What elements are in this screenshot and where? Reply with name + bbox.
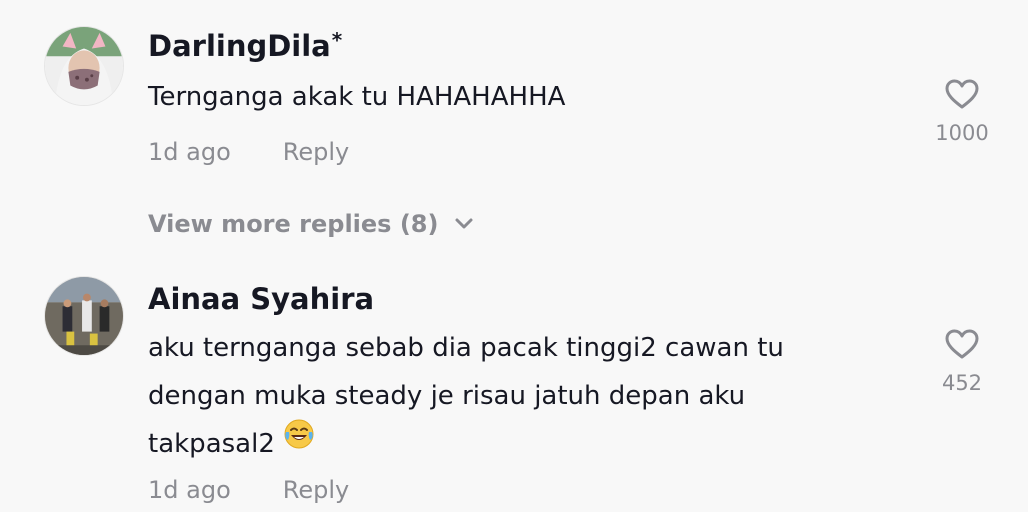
like-button[interactable]: 452 bbox=[922, 328, 1002, 396]
heart-icon bbox=[945, 79, 979, 109]
comment-text-line: takpasal2 bbox=[148, 418, 888, 469]
like-count: 1000 bbox=[935, 121, 989, 145]
view-more-replies-label: View more replies (8) bbox=[148, 210, 439, 238]
avatar-ainaa-syahira[interactable] bbox=[44, 276, 124, 356]
comment-text: Ternganga akak tu HAHAHAHHA bbox=[148, 73, 888, 121]
comment-username[interactable]: Ainaa Syahira bbox=[148, 281, 374, 317]
username-text: DarlingDila bbox=[148, 29, 331, 63]
username-suffix: * bbox=[331, 28, 343, 52]
comment-meta: 1d ago Reply bbox=[148, 475, 349, 505]
tears-of-joy-emoji-icon bbox=[283, 418, 315, 466]
comment-time: 1d ago bbox=[148, 138, 231, 166]
chevron-down-icon bbox=[454, 217, 474, 231]
heart-icon bbox=[945, 329, 979, 359]
avatar-photo-icon bbox=[45, 27, 123, 105]
comment-meta: 1d ago Reply bbox=[148, 137, 349, 167]
comment-text-line: Ternganga akak tu HAHAHAHHA bbox=[148, 82, 566, 112]
reply-button[interactable]: Reply bbox=[283, 138, 349, 166]
comment-text: aku ternganga sebab dia pacak tinggi2 ca… bbox=[148, 324, 888, 469]
comment-username[interactable]: DarlingDila* bbox=[148, 28, 342, 64]
comment-text-fragment: takpasal2 bbox=[148, 429, 275, 459]
reply-button[interactable]: Reply bbox=[283, 476, 349, 504]
username-text: Ainaa Syahira bbox=[148, 282, 375, 316]
comment-time: 1d ago bbox=[148, 476, 231, 504]
view-more-replies-button[interactable]: View more replies (8) bbox=[148, 209, 474, 239]
like-button[interactable]: 1000 bbox=[922, 78, 1002, 146]
avatar-darlingdila[interactable] bbox=[44, 26, 124, 106]
comments-panel: DarlingDila* Ternganga akak tu HAHAHAHHA… bbox=[0, 0, 1028, 512]
comment-text-line: aku ternganga sebab dia pacak tinggi2 ca… bbox=[148, 333, 784, 363]
comment-text-line: dengan muka steady je risau jatuh depan … bbox=[148, 381, 746, 411]
like-count: 452 bbox=[941, 371, 983, 395]
avatar-photo-icon bbox=[45, 277, 123, 355]
